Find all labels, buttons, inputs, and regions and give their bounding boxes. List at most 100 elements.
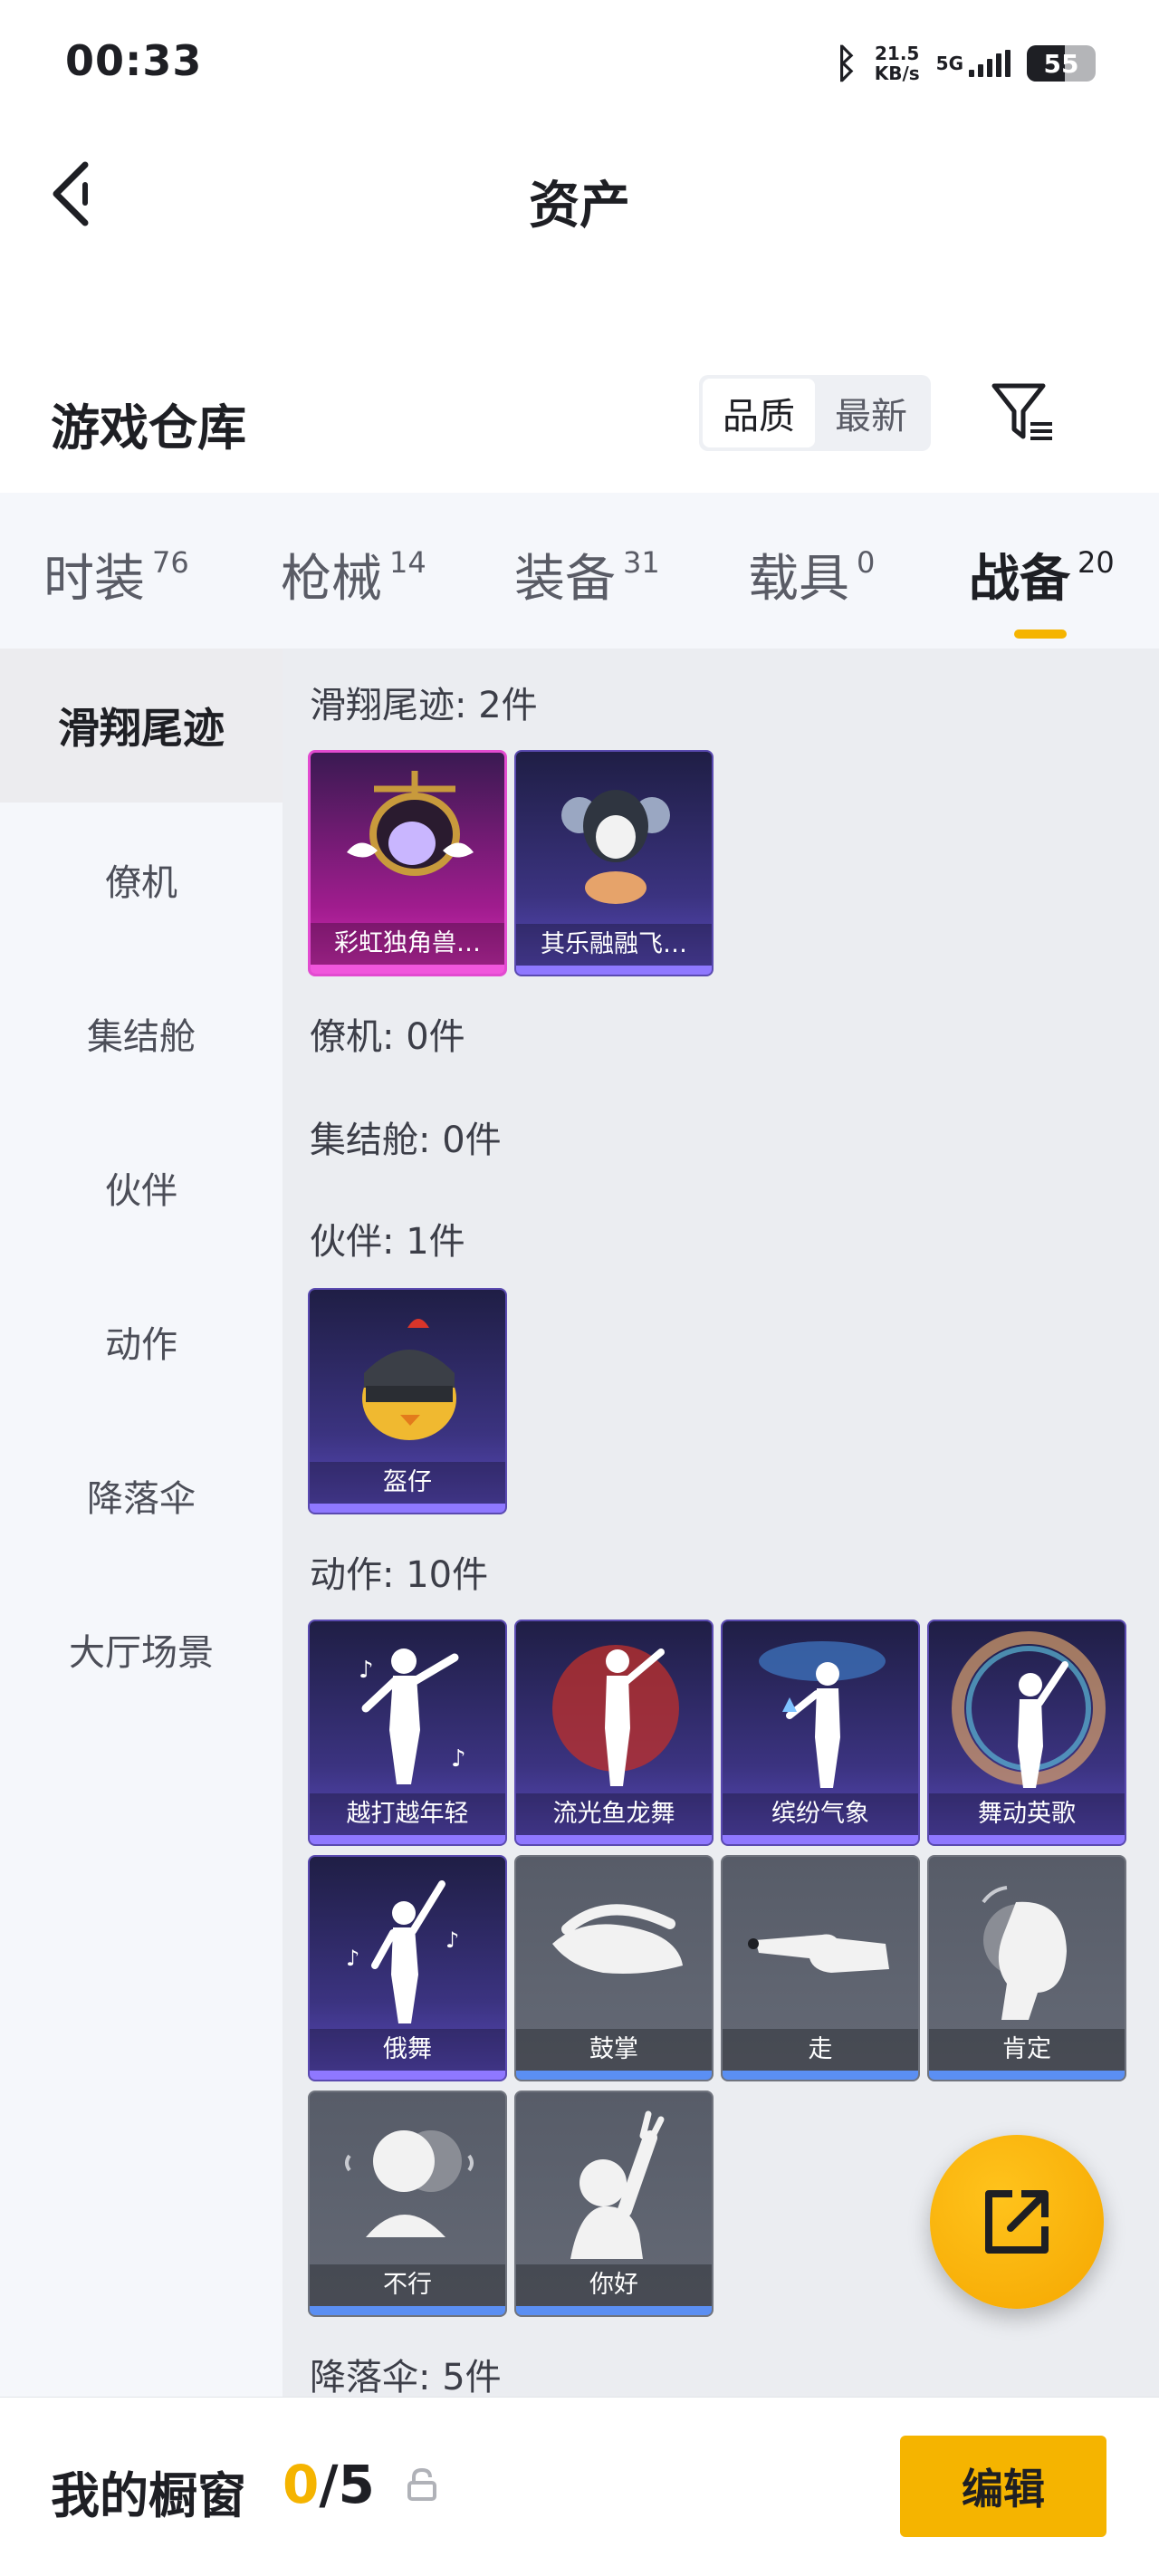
filter-icon[interactable] bbox=[987, 377, 1059, 449]
section-title-glide: 滑翔尾迹: 2件 bbox=[310, 685, 538, 726]
item-name: 不行 bbox=[310, 2264, 505, 2306]
share-button[interactable] bbox=[930, 2135, 1104, 2309]
section-title-partner: 伙伴: 1件 bbox=[310, 1221, 465, 1263]
sort-newest-button[interactable]: 最新 bbox=[815, 379, 927, 447]
rarity-bar bbox=[310, 1835, 505, 1844]
sidebar-item-pod[interactable]: 集结舱 bbox=[0, 956, 283, 1110]
header: 资产 bbox=[0, 136, 1159, 254]
battery-icon: 55 bbox=[1027, 45, 1096, 82]
tab-vehicles[interactable]: 载具 0 bbox=[748, 538, 875, 611]
rarity-bar bbox=[929, 1835, 1125, 1844]
tab-count: 31 bbox=[623, 545, 660, 580]
rarity-bar bbox=[516, 1835, 712, 1844]
edit-button[interactable]: 编辑 bbox=[900, 2436, 1106, 2537]
item-card[interactable]: 舞动英歌 bbox=[927, 1620, 1126, 1846]
penguin-trail-icon bbox=[561, 790, 670, 904]
item-name: 走 bbox=[723, 2029, 918, 2071]
page-title: 资产 bbox=[529, 177, 630, 235]
status-bar: 00:33 ᛒ 21.5 KB/s 5G 55 bbox=[0, 0, 1159, 127]
item-card[interactable]: 走 bbox=[721, 1855, 920, 2081]
item-name: 彩虹独角兽… bbox=[311, 923, 504, 965]
tab-fashion[interactable]: 时装 76 bbox=[43, 538, 189, 611]
item-card[interactable]: ♪ ♪ 越打越年轻 bbox=[308, 1620, 507, 1846]
dance-pose-icon: ♪♪ bbox=[359, 1648, 466, 1784]
rarity-bar bbox=[310, 1504, 505, 1513]
net-speed: 21.5 KB/s bbox=[875, 43, 920, 83]
rarity-bar bbox=[516, 2306, 712, 2315]
item-name: 缤纷气象 bbox=[723, 1793, 918, 1835]
tab-count: 14 bbox=[389, 545, 426, 580]
item-card[interactable]: 盔仔 bbox=[308, 1288, 507, 1514]
item-name: 舞动英歌 bbox=[929, 1793, 1125, 1835]
item-name: 盔仔 bbox=[310, 1462, 505, 1504]
sidebar-item-partner[interactable]: 伙伴 bbox=[0, 1110, 283, 1264]
rarity-bar bbox=[516, 966, 712, 975]
section-title-pod: 集结舱: 0件 bbox=[310, 1120, 502, 1161]
subcategory-sidebar: 滑翔尾迹 僚机 集结舱 伙伴 动作 降落伞 大厅场景 bbox=[0, 649, 283, 2397]
tab-label: 时装 bbox=[43, 550, 145, 609]
item-card[interactable]: 不行 bbox=[308, 2091, 507, 2317]
item-name: 流光鱼龙舞 bbox=[516, 1793, 712, 1835]
dance-pose-icon bbox=[759, 1641, 886, 1788]
sidebar-item-lobby-scene[interactable]: 大厅场景 bbox=[0, 1572, 283, 1726]
item-card[interactable]: 彩虹独角兽… bbox=[308, 750, 507, 976]
item-card[interactable]: 肯定 bbox=[927, 1855, 1126, 2081]
status-icons: ᛒ 21.5 KB/s 5G 55 bbox=[834, 36, 1096, 91]
nodding-head-icon bbox=[982, 1886, 1067, 2020]
helmet-chick-icon bbox=[362, 1319, 456, 1440]
item-name: 肯定 bbox=[929, 2029, 1125, 2071]
item-name: 其乐融融飞… bbox=[516, 924, 712, 966]
shaking-head-icon bbox=[345, 2130, 474, 2237]
rarity-bar bbox=[723, 2071, 918, 2080]
signal-bars-icon bbox=[969, 50, 1011, 77]
clapping-hands-icon bbox=[552, 1904, 683, 1974]
svg-text:♪: ♪ bbox=[445, 1927, 459, 1953]
item-card[interactable]: 鼓掌 bbox=[514, 1855, 714, 2081]
svg-text:♪: ♪ bbox=[359, 1657, 374, 1684]
tab-label: 战备 bbox=[969, 550, 1070, 609]
item-card[interactable]: ♪ ♪ 俄舞 bbox=[308, 1855, 507, 2081]
tab-weapons[interactable]: 枪械 14 bbox=[281, 538, 426, 611]
unicorn-trail-icon bbox=[347, 771, 474, 876]
section-title-parachute: 降落伞: 5件 bbox=[310, 2357, 502, 2397]
item-card[interactable]: 其乐融融飞… bbox=[514, 750, 714, 976]
tab-count: 20 bbox=[1078, 545, 1115, 580]
item-name: 越打越年轻 bbox=[310, 1793, 505, 1835]
share-icon bbox=[985, 2190, 1049, 2254]
tab-label: 载具 bbox=[748, 550, 849, 609]
waving-hand-icon bbox=[570, 2110, 665, 2259]
item-card[interactable]: 缤纷气象 bbox=[721, 1620, 920, 1846]
showcase-count-total: 5 bbox=[338, 2454, 375, 2515]
item-name: 俄舞 bbox=[310, 2029, 505, 2071]
warehouse-title: 游戏仓库 bbox=[51, 399, 246, 457]
sort-toggle: 品质 最新 bbox=[699, 375, 931, 451]
sidebar-item-parachute[interactable]: 降落伞 bbox=[0, 1418, 283, 1572]
dance-pose-icon bbox=[952, 1631, 1106, 1788]
svg-text:♪: ♪ bbox=[346, 1946, 359, 1971]
item-name: 鼓掌 bbox=[516, 2029, 712, 2071]
showcase-count: 0/5 bbox=[283, 2454, 375, 2515]
svg-text:♪: ♪ bbox=[451, 1745, 466, 1773]
net-speed-value: 21.5 bbox=[875, 43, 920, 64]
item-list: 滑翔尾迹: 2件 彩虹独角兽… 其乐融融飞… 僚机: 0件 集结舱: 0件 伙伴… bbox=[283, 649, 1159, 2397]
item-card[interactable]: 你好 bbox=[514, 2091, 714, 2317]
net-speed-unit: KB/s bbox=[874, 62, 920, 84]
dance-pose-icon: ♪♪ bbox=[346, 1880, 459, 2023]
tab-label: 枪械 bbox=[281, 550, 382, 609]
sort-quality-button[interactable]: 品质 bbox=[703, 379, 815, 447]
sidebar-item-action[interactable]: 动作 bbox=[0, 1264, 283, 1418]
rarity-bar bbox=[929, 2071, 1125, 2080]
sidebar-item-wingman[interactable]: 僚机 bbox=[0, 803, 283, 956]
section-title-wingman: 僚机: 0件 bbox=[310, 1016, 465, 1058]
tab-count: 76 bbox=[152, 545, 189, 580]
tab-label: 装备 bbox=[514, 550, 616, 609]
showcase-count-current: 0 bbox=[283, 2454, 320, 2515]
item-card[interactable]: 流光鱼龙舞 bbox=[514, 1620, 714, 1846]
tab-count: 0 bbox=[857, 545, 876, 580]
tab-equipment[interactable]: 装备 31 bbox=[514, 538, 660, 611]
rarity-bar bbox=[516, 2071, 712, 2080]
network-type: 5G bbox=[935, 53, 963, 74]
sidebar-item-glide-trail[interactable]: 滑翔尾迹 bbox=[0, 649, 283, 803]
tab-combat-prep[interactable]: 战备 20 bbox=[969, 538, 1115, 639]
showcase-count-sep: / bbox=[319, 2454, 339, 2515]
